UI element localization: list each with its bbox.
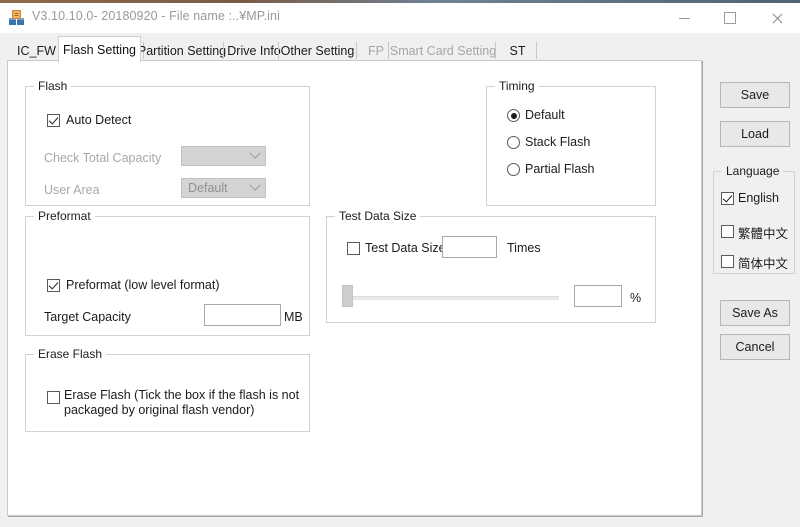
preformat-checkbox[interactable]	[47, 279, 60, 292]
save-as-button[interactable]: Save As	[720, 300, 790, 326]
tab-flash-setting[interactable]: Flash Setting	[58, 36, 141, 63]
test-data-size-group-title: Test Data Size	[335, 209, 421, 223]
language-label-english: English	[738, 191, 779, 205]
percent-unit-label: %	[630, 291, 642, 305]
preformat-group-title: Preformat	[34, 209, 95, 223]
save-button[interactable]: Save	[720, 82, 790, 108]
maximize-button[interactable]	[707, 3, 753, 33]
tab-separator	[388, 42, 389, 59]
check-total-capacity-dropdown[interactable]	[181, 146, 266, 166]
preformat-label: Preformat (low level format)	[66, 278, 220, 292]
erase-flash-group: Erase Flash Erase Flash (Tick the box if…	[25, 347, 310, 432]
tab-separator	[495, 42, 496, 59]
auto-detect-label: Auto Detect	[66, 113, 132, 127]
language-label-traditional-chinese: 繁體中文	[738, 226, 789, 241]
tab-bar: IC_FW Flash Setting Partition Setting Dr…	[7, 36, 702, 63]
tab-separator	[356, 42, 357, 59]
preformat-group: Preformat Preformat (low level format) T…	[25, 209, 310, 336]
test-data-size-unit: Times	[507, 241, 541, 255]
minimize-icon	[678, 17, 690, 19]
timing-group: Timing Default Stack Flash Partial Flash	[486, 79, 656, 206]
user-area-dropdown[interactable]: Default	[181, 178, 266, 198]
percent-slider-thumb[interactable]	[342, 285, 353, 307]
language-checkbox-english[interactable]	[721, 192, 734, 205]
language-checkbox-simplified-chinese[interactable]	[721, 255, 734, 268]
timing-label-stack-flash: Stack Flash	[525, 135, 591, 149]
close-icon	[771, 13, 782, 24]
language-checkbox-traditional-chinese[interactable]	[721, 225, 734, 238]
application-window: V3.10.10.0- 20180920 - File name :..¥MP.…	[0, 3, 800, 527]
language-group: Language English 繁體中文 简体中文	[713, 164, 795, 274]
timing-radio-partial-flash[interactable]	[507, 163, 520, 176]
minimize-button[interactable]	[661, 3, 707, 33]
user-area-label: User Area	[44, 183, 100, 197]
window-title: V3.10.10.0- 20180920 - File name :..¥MP.…	[32, 9, 280, 23]
tab-other-setting[interactable]: Other Setting	[278, 39, 357, 62]
percent-input[interactable]	[574, 285, 622, 307]
target-capacity-input[interactable]	[204, 304, 281, 326]
tab-partition-setting[interactable]: Partition Setting	[138, 39, 226, 62]
flash-group-title: Flash	[34, 79, 72, 93]
test-data-size-input[interactable]	[442, 236, 497, 258]
target-capacity-label: Target Capacity	[44, 310, 131, 324]
percent-slider-track[interactable]	[347, 296, 559, 300]
target-capacity-unit: MB	[284, 310, 303, 324]
chevron-down-icon	[245, 179, 265, 197]
maximize-icon	[724, 12, 736, 24]
chevron-down-icon	[245, 147, 265, 165]
erase-flash-checkbox[interactable]	[47, 391, 60, 404]
tab-ic-fw[interactable]: IC_FW	[10, 39, 63, 62]
load-button[interactable]: Load	[720, 121, 790, 147]
close-button[interactable]	[753, 3, 799, 33]
language-label-simplified-chinese: 简体中文	[738, 256, 789, 271]
timing-group-title: Timing	[495, 79, 539, 93]
timing-label-partial-flash: Partial Flash	[525, 162, 595, 176]
language-group-title: Language	[722, 164, 784, 178]
tab-st[interactable]: ST	[500, 39, 535, 62]
erase-flash-group-title: Erase Flash	[34, 347, 107, 361]
title-bar: V3.10.10.0- 20180920 - File name :..¥MP.…	[0, 3, 800, 33]
timing-radio-stack-flash[interactable]	[507, 136, 520, 149]
test-data-size-checkbox[interactable]	[347, 242, 360, 255]
erase-flash-label: Erase Flash (Tick the box if the flash i…	[64, 388, 300, 417]
cancel-button[interactable]: Cancel	[720, 334, 790, 360]
test-data-size-group: Test Data Size Test Data Size Times %	[326, 209, 656, 323]
timing-label-default: Default	[525, 108, 565, 122]
user-area-value: Default	[188, 181, 228, 195]
tab-smart-card-setting[interactable]: Smart Card Setting	[390, 39, 496, 62]
tab-separator	[536, 42, 537, 59]
flash-group: Flash Auto Detect Check Total Capacity U…	[25, 79, 310, 206]
flash-setting-panel: Flash Auto Detect Check Total Capacity U…	[7, 60, 702, 516]
test-data-size-label: Test Data Size	[365, 241, 446, 255]
chip-tool-icon	[9, 10, 24, 25]
auto-detect-checkbox[interactable]	[47, 114, 60, 127]
timing-radio-default[interactable]	[507, 109, 520, 122]
check-total-capacity-label: Check Total Capacity	[44, 151, 162, 165]
